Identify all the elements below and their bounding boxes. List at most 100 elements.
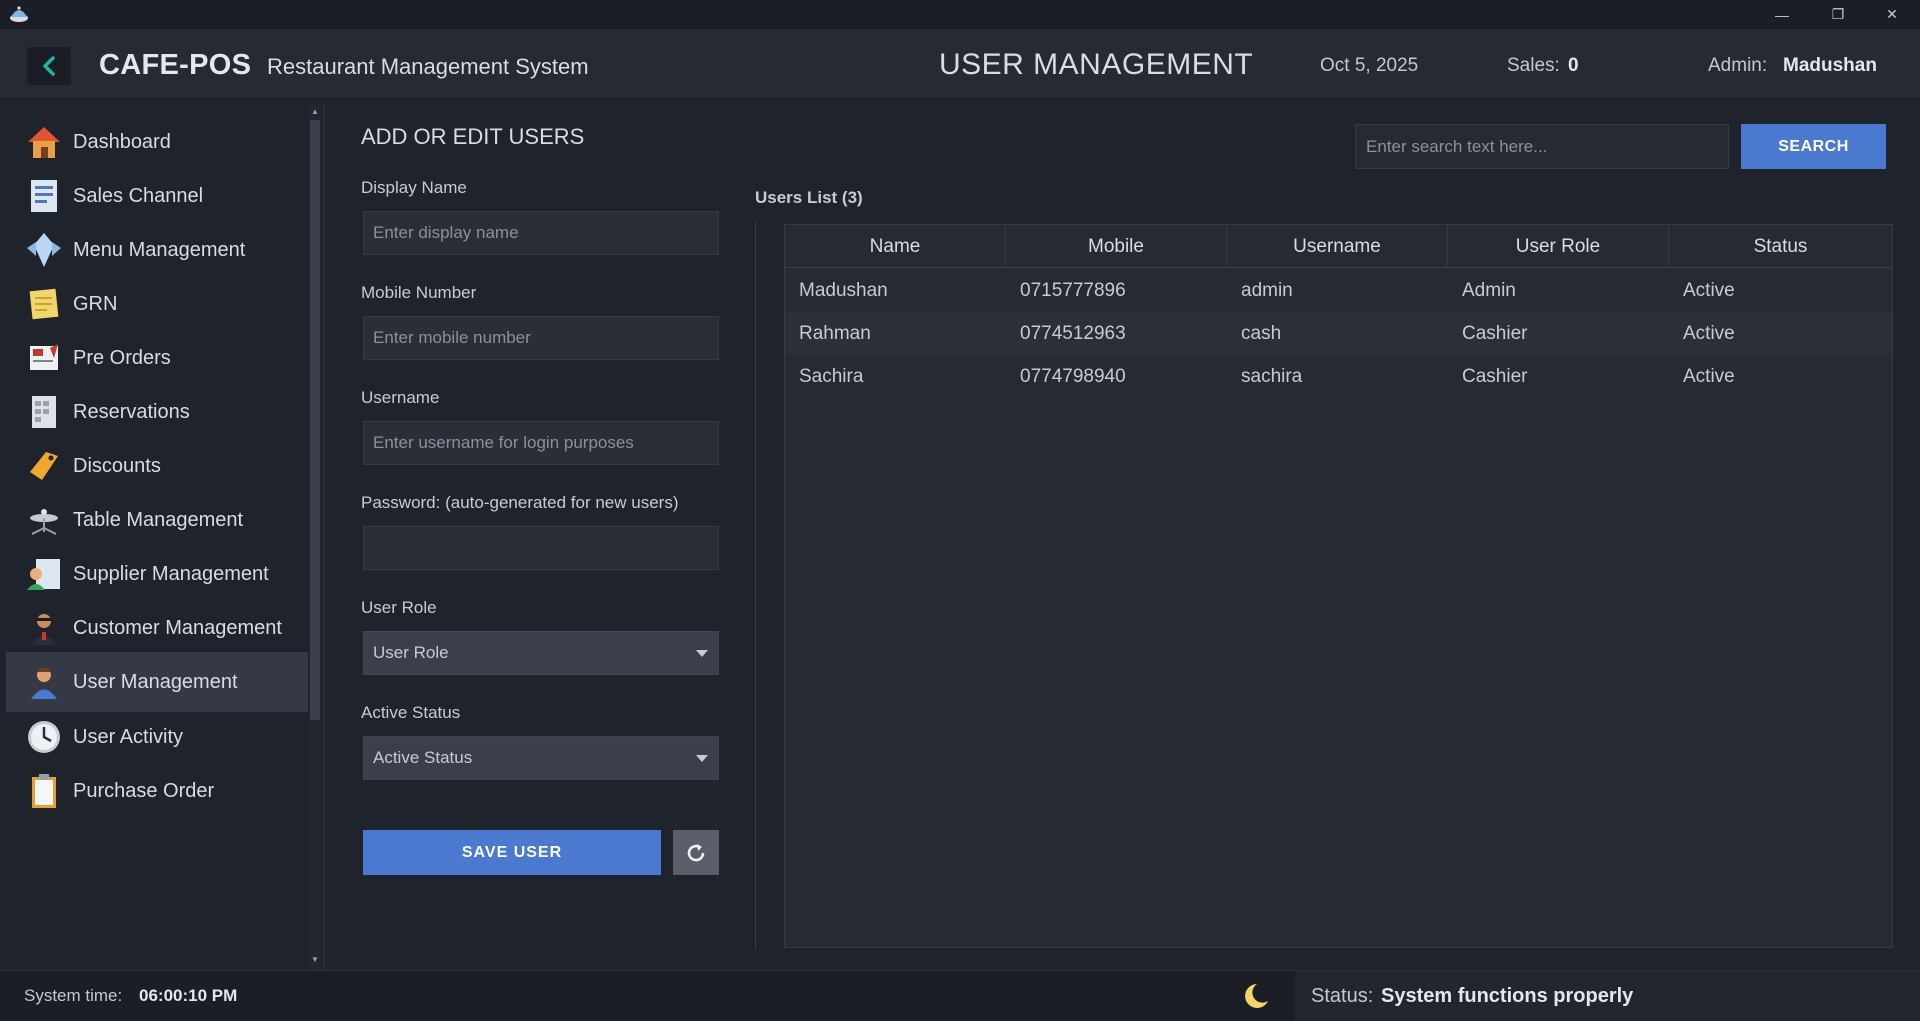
sidebar-scroll-thumb[interactable]: [310, 120, 320, 720]
active-status-select[interactable]: Active Status: [363, 736, 719, 780]
minimize-button[interactable]: —: [1754, 0, 1810, 29]
sidebar: Dashboard Sales Channel Menu Management …: [0, 104, 325, 970]
back-button[interactable]: [27, 47, 71, 85]
window-titlebar: — ❐ ✕: [0, 0, 1920, 29]
sidebar-item-supplier-management[interactable]: Supplier Management: [6, 544, 308, 604]
user-role-select[interactable]: User Role: [363, 631, 719, 675]
cell-user-role: Admin: [1462, 279, 1516, 301]
table-row[interactable]: Madushan 0715777896 admin Admin Active: [785, 269, 1892, 312]
sidebar-item-sales-channel[interactable]: Sales Channel: [6, 166, 308, 226]
status-message: System functions properly: [1381, 985, 1634, 1007]
status-bar: System time: 06:00:10 PM Status: System …: [0, 970, 1920, 1021]
column-header-username[interactable]: Username: [1227, 225, 1448, 268]
cell-status: Active: [1683, 365, 1735, 387]
app-brand: CAFE-POS: [99, 49, 252, 81]
customer-icon: [24, 608, 64, 648]
sidebar-item-table-management[interactable]: Table Management: [6, 490, 308, 550]
sidebar-item-grn[interactable]: GRN: [6, 274, 308, 334]
cell-status: Active: [1683, 279, 1735, 301]
sidebar-item-label: Dashboard: [73, 130, 171, 153]
cell-username: admin: [1241, 279, 1293, 301]
sidebar-item-label: Discounts: [73, 454, 161, 477]
moon-icon[interactable]: [1237, 981, 1271, 1011]
refresh-button[interactable]: [673, 830, 719, 875]
notepad-icon: [24, 284, 64, 324]
restore-button[interactable]: ❐: [1810, 0, 1866, 29]
sales-value: 0: [1568, 55, 1579, 76]
password-input[interactable]: [363, 526, 719, 570]
cell-name: Madushan: [799, 279, 888, 301]
table-row[interactable]: Rahman 0774512963 cash Cashier Active: [785, 312, 1892, 355]
sidebar-item-label: Menu Management: [73, 238, 246, 261]
column-header-mobile[interactable]: Mobile: [1006, 225, 1227, 268]
sidebar-item-label: Purchase Order: [73, 779, 215, 802]
sidebar-item-label: Supplier Management: [73, 562, 269, 585]
admin-label: Admin:: [1708, 55, 1768, 76]
display-name-input[interactable]: [363, 211, 719, 255]
list-divider: [755, 222, 756, 950]
username-label: Username: [361, 388, 440, 407]
tag-icon: [24, 446, 64, 486]
cell-username: sachira: [1241, 365, 1303, 387]
sidebar-item-label: Customer Management: [73, 616, 282, 639]
chevron-left-icon: [43, 56, 55, 76]
restore-icon: ❐: [1831, 6, 1845, 22]
cell-mobile: 0774798940: [1020, 365, 1126, 387]
sidebar-item-reservations[interactable]: Reservations: [6, 382, 308, 442]
system-time-value: 06:00:10 PM: [139, 986, 238, 1005]
house-icon: [24, 122, 64, 162]
password-label: Password: (auto-generated for new users): [361, 493, 679, 512]
sidebar-item-label: Sales Channel: [73, 184, 204, 207]
menu-icon: [24, 230, 64, 270]
sidebar-item-label: Table Management: [73, 508, 244, 531]
table-header: Name Mobile Username User Role Status: [785, 225, 1892, 268]
sidebar-item-dashboard[interactable]: Dashboard: [6, 112, 308, 172]
sidebar-item-user-activity[interactable]: User Activity: [6, 707, 308, 767]
status-label: Status:: [1311, 985, 1374, 1007]
active-status-value: Active Status: [373, 748, 473, 767]
column-header-user-role[interactable]: User Role: [1448, 225, 1669, 268]
chevron-down-icon: [696, 755, 708, 762]
sidebar-item-customer-management[interactable]: Customer Management: [6, 598, 308, 658]
cell-name: Sachira: [799, 365, 864, 387]
sidebar-item-pre-orders[interactable]: Pre Orders: [6, 328, 308, 388]
receipt-icon: [24, 176, 64, 216]
save-user-button[interactable]: SAVE USER: [363, 830, 661, 875]
header-date: Oct 5, 2025: [1320, 55, 1419, 76]
cell-name: Rahman: [799, 322, 871, 344]
scroll-down-icon[interactable]: ▼: [310, 954, 320, 966]
clipboard-icon: [24, 771, 64, 811]
search-input[interactable]: [1355, 124, 1729, 169]
table-row[interactable]: Sachira 0774798940 sachira Cashier Activ…: [785, 355, 1892, 398]
cell-mobile: 0774512963: [1020, 322, 1126, 344]
mobile-number-input[interactable]: [363, 316, 719, 360]
sidebar-item-label: User Activity: [73, 725, 184, 748]
column-header-status[interactable]: Status: [1669, 225, 1892, 268]
user-icon: [24, 662, 64, 702]
sidebar-item-label: GRN: [73, 292, 118, 315]
display-name-label: Display Name: [361, 178, 467, 197]
system-time-label: System time:: [24, 986, 123, 1005]
refresh-icon: [687, 843, 705, 861]
status-panel: Status: System functions properly: [1295, 971, 1920, 1021]
username-input[interactable]: [363, 421, 719, 465]
column-header-name[interactable]: Name: [785, 225, 1006, 268]
cell-user-role: Cashier: [1462, 365, 1528, 387]
cell-user-role: Cashier: [1462, 322, 1528, 344]
search-button[interactable]: SEARCH: [1741, 124, 1886, 169]
close-button[interactable]: ✕: [1864, 0, 1920, 29]
app-header: CAFE-POS Restaurant Management System US…: [0, 29, 1920, 99]
table-icon: [24, 500, 64, 540]
sidebar-item-discounts[interactable]: Discounts: [6, 436, 308, 496]
app-subtitle: Restaurant Management System: [267, 54, 589, 79]
page-title: USER MANAGEMENT: [939, 48, 1254, 81]
cell-username: cash: [1241, 322, 1282, 344]
supplier-icon: [24, 554, 64, 594]
sidebar-item-purchase-order[interactable]: Purchase Order: [6, 761, 308, 821]
sidebar-item-menu-management[interactable]: Menu Management: [6, 220, 308, 280]
users-table: Name Mobile Username User Role Status Ma…: [784, 224, 1893, 948]
sidebar-item-user-management[interactable]: User Management: [6, 652, 308, 712]
admin-name: Madushan: [1783, 55, 1877, 76]
mobile-number-label: Mobile Number: [361, 283, 477, 302]
scroll-up-icon[interactable]: ▲: [310, 106, 320, 118]
